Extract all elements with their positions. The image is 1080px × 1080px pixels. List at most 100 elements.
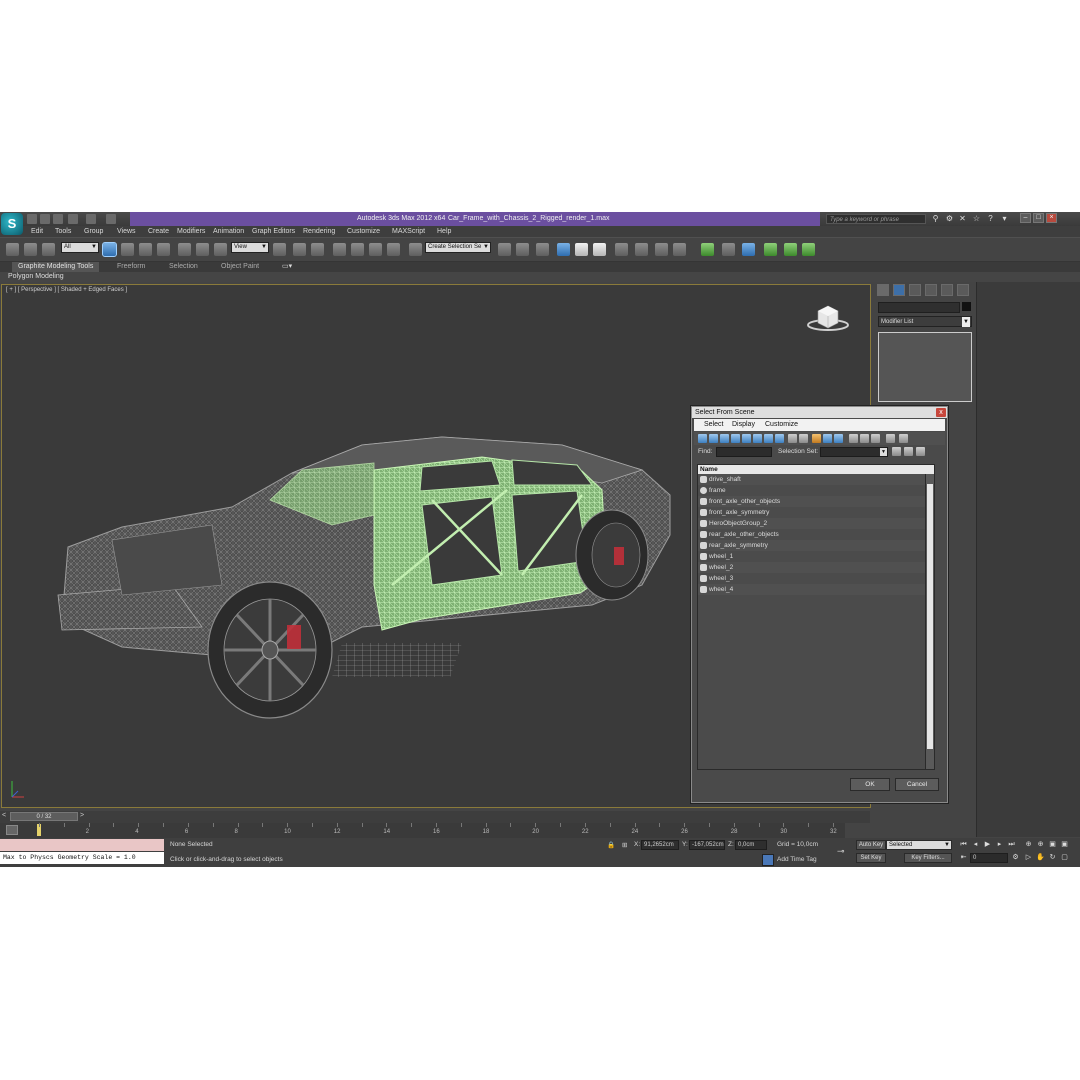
object-list[interactable]: Name drive_shaft frame front_axle_other_…: [697, 464, 935, 770]
material-editor-icon[interactable]: [615, 243, 628, 256]
previous-frame-icon[interactable]: ◂: [970, 840, 981, 850]
y-coordinate-field[interactable]: -167,052cm: [689, 840, 725, 850]
time-config-icon[interactable]: ⚙: [1010, 853, 1021, 863]
schematic-view-icon[interactable]: [593, 243, 606, 256]
rendered-frame-icon[interactable]: [655, 243, 668, 256]
go-to-end-icon[interactable]: ⏭: [1006, 840, 1017, 850]
tab-selection[interactable]: Selection: [169, 262, 198, 272]
binoculars-icon[interactable]: ⚲: [931, 214, 940, 223]
menu-maxscript[interactable]: MAXScript: [392, 227, 425, 237]
scrollbar-thumb[interactable]: [927, 484, 933, 749]
menu-create[interactable]: Create: [148, 227, 169, 237]
maximize-button[interactable]: □: [1033, 213, 1044, 223]
time-slider[interactable]: < 0 / 32 >: [0, 811, 870, 823]
list-item[interactable]: front_axle_symmetry: [698, 507, 928, 518]
menu-help[interactable]: Help: [437, 227, 451, 237]
object-color-swatch[interactable]: [962, 302, 971, 311]
open-file-icon[interactable]: [40, 214, 50, 224]
window-crossing-icon[interactable]: [157, 243, 170, 256]
invert-display-icon[interactable]: [823, 434, 832, 443]
menu-edit[interactable]: Edit: [31, 227, 43, 237]
polygon-modeling-label[interactable]: Polygon Modeling: [8, 272, 64, 282]
menu-graph-editors[interactable]: Graph Editors: [252, 227, 295, 237]
layer-manager-icon[interactable]: [536, 243, 549, 256]
list-item[interactable]: wheel_1: [698, 551, 928, 562]
display-children-icon[interactable]: [849, 434, 858, 443]
menu-group[interactable]: Group: [84, 227, 103, 237]
simulation-reset-icon[interactable]: [802, 243, 815, 256]
display-space-warps-icon[interactable]: [753, 434, 762, 443]
list-item[interactable]: wheel_3: [698, 573, 928, 584]
display-tab-icon[interactable]: [941, 284, 953, 296]
favorites-icon[interactable]: ☆: [972, 214, 981, 223]
create-tab-icon[interactable]: [877, 284, 889, 296]
rectangular-selection-icon[interactable]: [139, 243, 152, 256]
set-key-button[interactable]: Set Key: [856, 853, 886, 863]
maximize-viewport-icon[interactable]: ▢: [1059, 853, 1070, 863]
move-icon[interactable]: [178, 243, 191, 256]
bind-space-warp-icon[interactable]: [42, 243, 55, 256]
list-item[interactable]: HeroObjectGroup_2: [698, 518, 928, 529]
front-left-wheel[interactable]: [207, 581, 333, 719]
reference-coordinate-dropdown[interactable]: View ▼: [231, 242, 269, 253]
find-input[interactable]: [716, 447, 772, 457]
simulation-step-icon[interactable]: [784, 243, 797, 256]
save-file-icon[interactable]: [53, 214, 63, 224]
unlink-icon[interactable]: [24, 243, 37, 256]
display-bones-icon[interactable]: [788, 434, 797, 443]
x-coordinate-field[interactable]: 91,2652cm: [641, 840, 679, 850]
display-lights-icon[interactable]: [720, 434, 729, 443]
hierarchy-tab-icon[interactable]: [909, 284, 921, 296]
communication-icon[interactable]: ✕: [958, 214, 967, 223]
key-icon[interactable]: ⊸: [837, 846, 845, 857]
display-cameras-icon[interactable]: [731, 434, 740, 443]
selection-set-dropdown[interactable]: ▼: [820, 447, 888, 457]
dialog-menu-display[interactable]: Display: [732, 419, 755, 431]
play-icon[interactable]: ▶: [982, 840, 993, 850]
help-dropdown-icon[interactable]: ▾: [1000, 214, 1009, 223]
close-button[interactable]: ×: [1046, 213, 1057, 223]
display-dependents-icon[interactable]: [871, 434, 880, 443]
selection-filter-dropdown[interactable]: All ▼: [61, 242, 99, 253]
menu-animation[interactable]: Animation: [213, 227, 244, 237]
time-tag-icon[interactable]: [762, 854, 774, 866]
spinner-snap-icon[interactable]: [387, 243, 400, 256]
select-object-icon[interactable]: [102, 242, 117, 257]
chevron-left-icon[interactable]: <: [2, 812, 6, 819]
select-link-icon[interactable]: [6, 243, 19, 256]
dialog-menu-select[interactable]: Select: [704, 419, 723, 431]
ok-button[interactable]: OK: [850, 778, 890, 791]
name-column-header[interactable]: Name: [698, 465, 934, 474]
search-input[interactable]: Type a keyword or phrase: [826, 214, 926, 224]
go-to-start-icon[interactable]: ⏮: [958, 840, 969, 850]
mirror-icon[interactable]: [498, 243, 511, 256]
selection-set-save-icon[interactable]: [892, 447, 901, 456]
time-slider-thumb[interactable]: 0 / 32: [10, 812, 78, 821]
key-mode-toggle-icon[interactable]: ⇤: [958, 853, 969, 863]
named-selection-dropdown[interactable]: Create Selection Se ▼: [425, 242, 491, 253]
rear-left-wheel[interactable]: [575, 509, 649, 601]
list-item[interactable]: wheel_2: [698, 562, 928, 573]
zoom-extents-all-icon[interactable]: ▣: [1059, 840, 1070, 850]
selection-set-add-icon[interactable]: [904, 447, 913, 456]
render-setup-icon[interactable]: [635, 243, 648, 256]
render-production-icon[interactable]: [673, 243, 686, 256]
graphite-toggle-icon[interactable]: [557, 243, 570, 256]
dialog-menu-customize[interactable]: Customize: [765, 419, 798, 431]
auto-key-button[interactable]: Auto Key: [856, 840, 886, 850]
key-mode-dropdown[interactable]: Selected ▼: [886, 840, 952, 850]
dialog-title-bar[interactable]: Select From Scene x: [692, 407, 947, 418]
menu-rendering[interactable]: Rendering: [303, 227, 335, 237]
zoom-extents-icon[interactable]: ▣: [1047, 840, 1058, 850]
object-name-field[interactable]: [878, 302, 960, 313]
pan-icon[interactable]: ✋: [1035, 853, 1046, 863]
simulation-icon[interactable]: [764, 243, 777, 256]
list-item[interactable]: frame: [698, 485, 928, 496]
list-scrollbar[interactable]: [925, 474, 934, 769]
display-xrefs-icon[interactable]: [775, 434, 784, 443]
track-bar[interactable]: 2 4 6 8 10 12 14 16 18 20 22 24 26 28 30 32: [0, 823, 845, 838]
display-influences-icon[interactable]: [860, 434, 869, 443]
display-geometry-icon[interactable]: [698, 434, 707, 443]
sort-icon[interactable]: [899, 434, 908, 443]
angle-snap-icon[interactable]: [351, 243, 364, 256]
